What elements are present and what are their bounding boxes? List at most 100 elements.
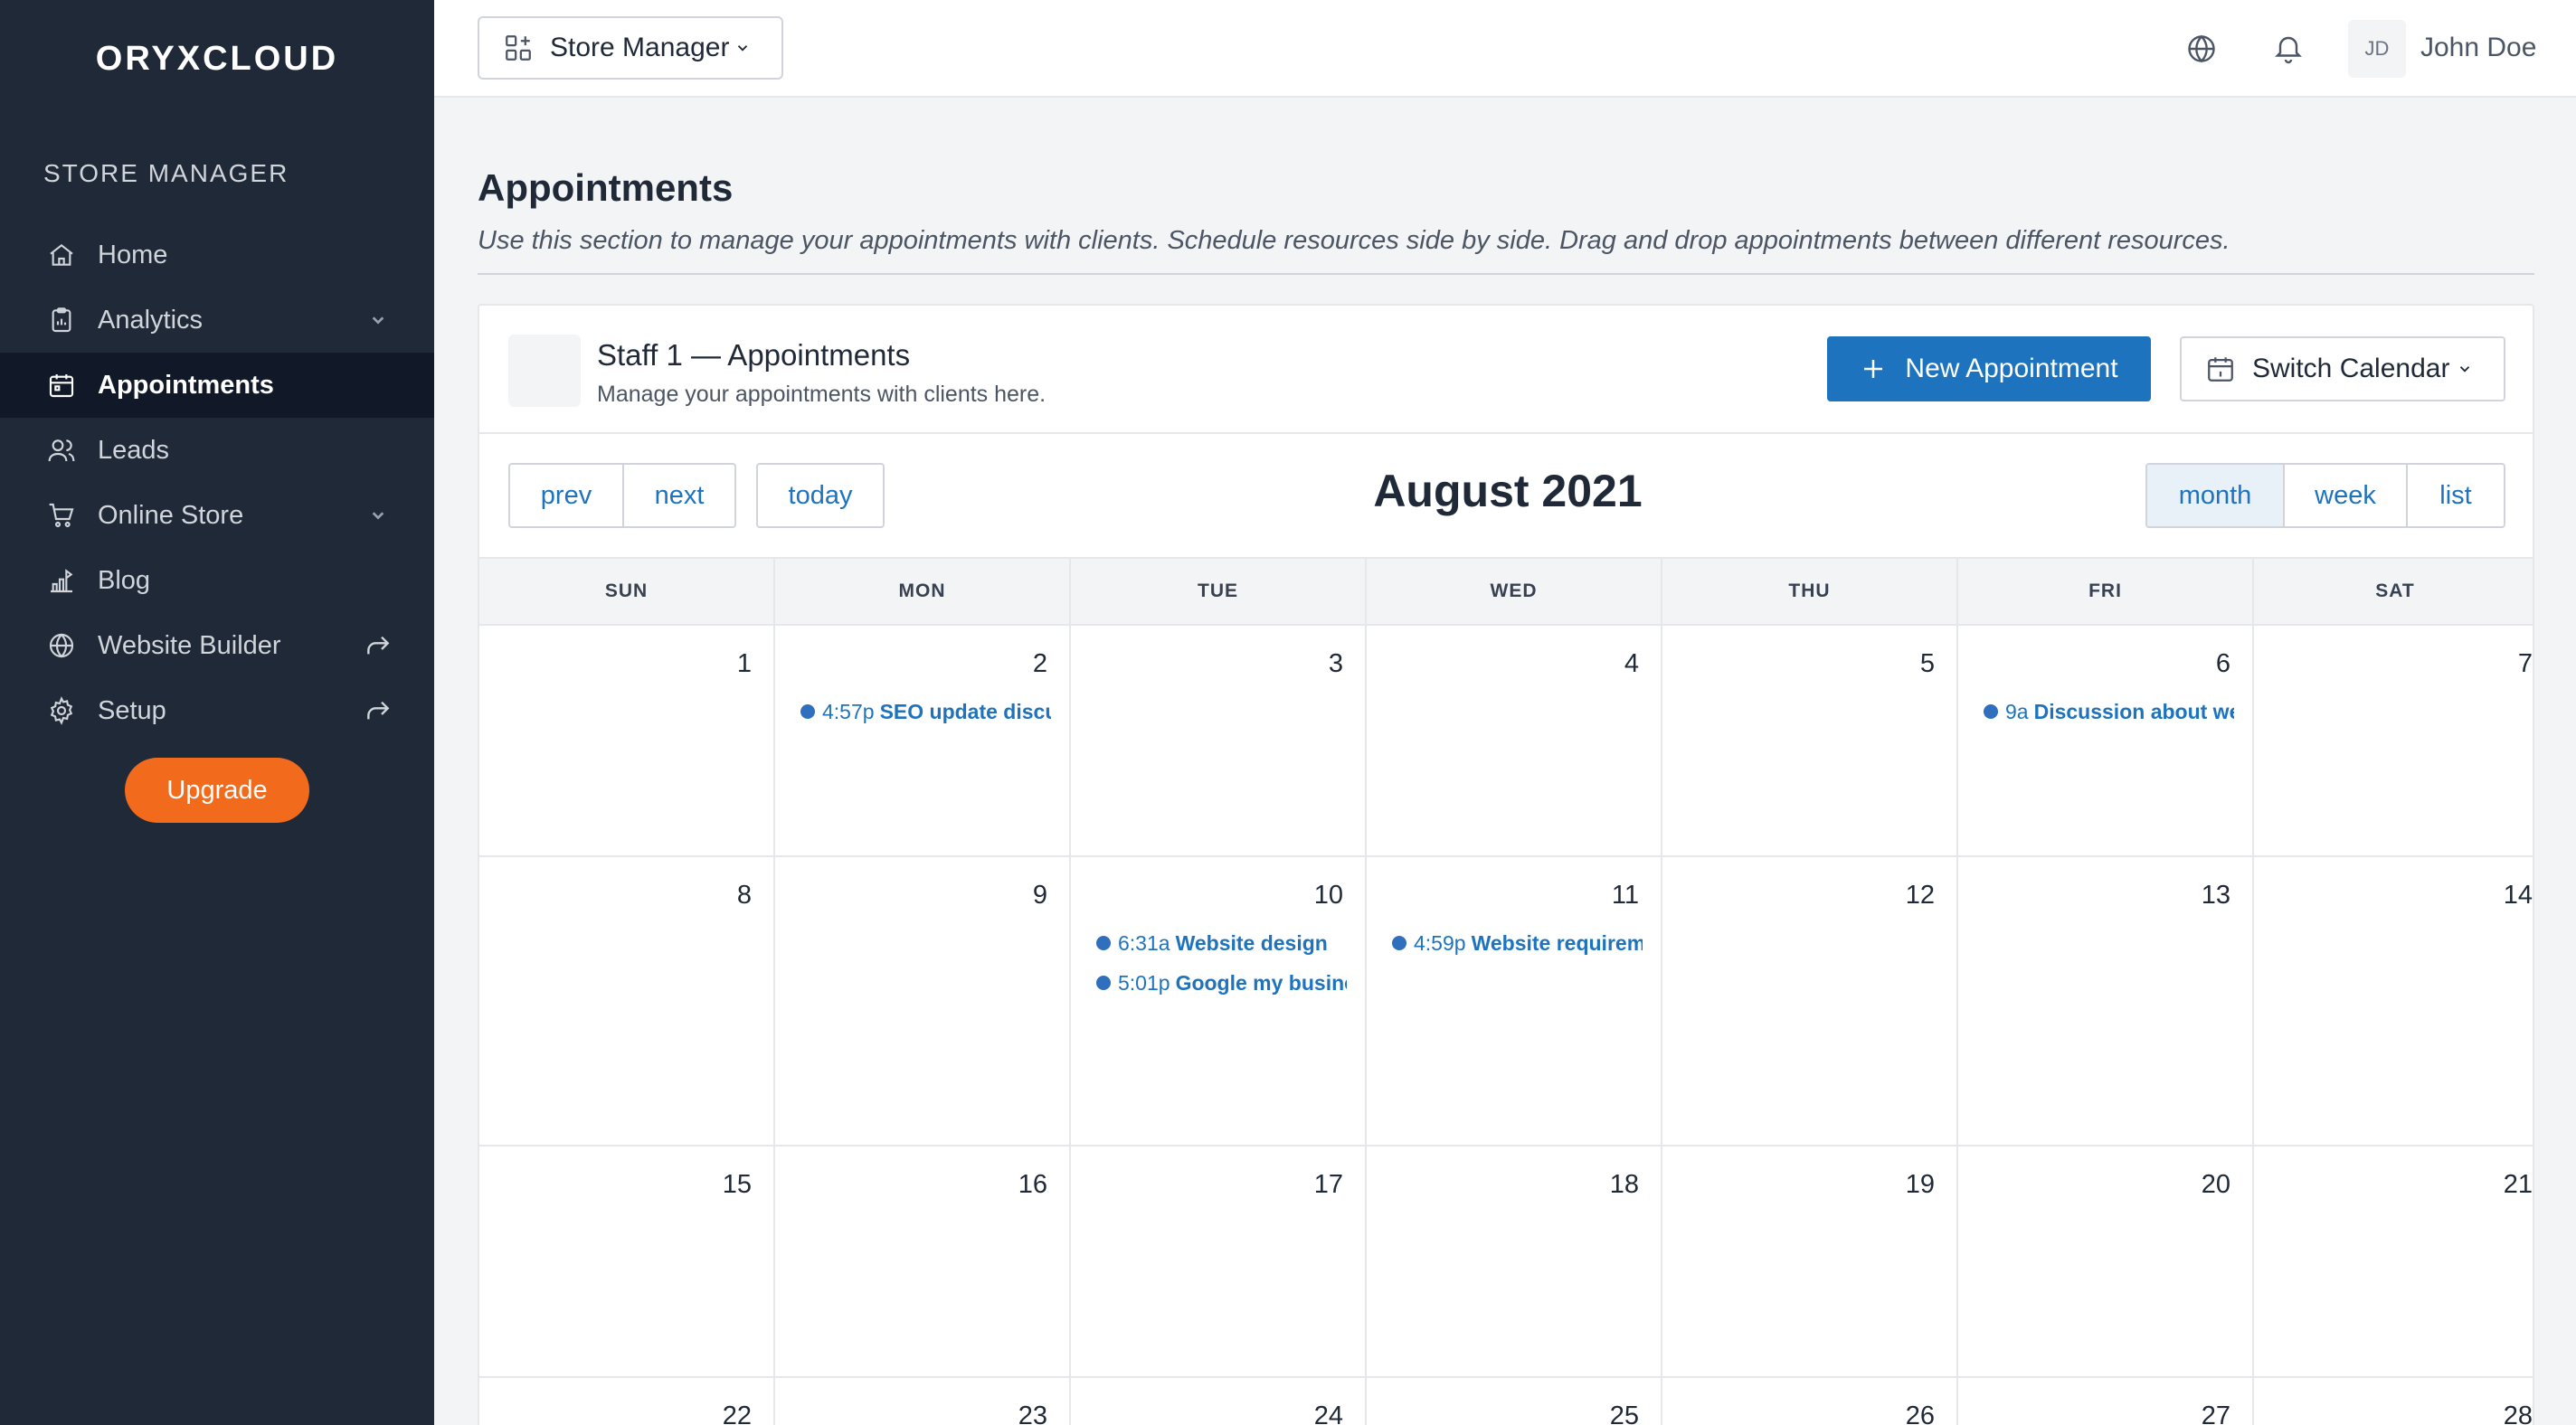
external-arrow-icon[interactable] <box>364 631 393 660</box>
chevron-down-icon <box>2460 366 2470 373</box>
today-button[interactable]: today <box>756 463 885 528</box>
calendar-day-cell[interactable]: 23 <box>775 1378 1071 1425</box>
calendar-day-cell[interactable]: 27 <box>1958 1378 2254 1425</box>
card-header: Staff 1 — Appointments Manage your appoi… <box>479 306 2533 434</box>
calendar-day-cell[interactable]: 12 <box>1662 857 1958 1145</box>
calendar-day-cell[interactable]: 25 <box>1367 1378 1662 1425</box>
calendar-day-cell[interactable]: 16 <box>775 1147 1071 1376</box>
calendar-day-cell[interactable]: 18 <box>1367 1147 1662 1376</box>
calendar-day-cell[interactable]: 11 4:59pWebsite requirements <box>1367 857 1662 1145</box>
plus-icon <box>1864 360 1883 378</box>
day-number[interactable]: 6 <box>2216 649 2230 679</box>
calendar-day-cell[interactable]: 4 <box>1367 626 1662 855</box>
day-number[interactable]: 9 <box>1033 881 1047 911</box>
calendar-day-cell[interactable]: 2 4:57pSEO update discussion <box>775 626 1071 855</box>
day-number[interactable]: 10 <box>1314 881 1343 911</box>
calendar-day-cell[interactable]: 10 6:31a Website design 5:01p Google my busi… <box>1071 857 1367 1145</box>
calendar-day-cell[interactable]: 24 <box>1071 1378 1367 1425</box>
calendar-week: 8 9 10 6:31a Website design 5:01p Google my bu… <box>479 857 2533 1147</box>
calendar-day-cell[interactable]: 7 <box>2254 626 2533 855</box>
view-list-button[interactable]: list <box>2406 463 2505 528</box>
cart-icon <box>47 501 76 530</box>
calendar-day-cell[interactable]: 19 <box>1662 1147 1958 1376</box>
language-globe-icon[interactable] <box>2185 33 2218 65</box>
switch-calendar-button[interactable]: Switch Calendar <box>2180 336 2505 401</box>
calendar-day-cell[interactable]: 6 9aDiscussion about website <box>1958 626 2254 855</box>
sidebar-item-leads[interactable]: Leads <box>0 418 434 483</box>
avatar[interactable]: JD <box>2348 20 2406 78</box>
divider <box>478 273 2534 275</box>
day-number[interactable]: 17 <box>1314 1170 1343 1200</box>
day-number[interactable]: 23 <box>1018 1401 1047 1425</box>
sidebar-item-analytics[interactable]: Analytics <box>0 288 434 353</box>
day-number[interactable]: 5 <box>1920 649 1935 679</box>
sidebar-item-blog[interactable]: Blog <box>0 548 434 613</box>
bell-icon[interactable] <box>2272 33 2305 65</box>
view-week-button[interactable]: week <box>2283 463 2408 528</box>
day-number[interactable]: 15 <box>723 1170 752 1200</box>
sidebar-item-appointments[interactable]: Appointments <box>0 353 434 418</box>
sidebar-item-online-store[interactable]: Online Store <box>0 483 434 548</box>
view-month-button[interactable]: month <box>2145 463 2285 528</box>
day-number[interactable]: 25 <box>1610 1401 1639 1425</box>
chevron-down-icon[interactable] <box>364 501 393 530</box>
day-number[interactable]: 18 <box>1610 1170 1639 1200</box>
user-name[interactable]: John Doe <box>2420 33 2536 63</box>
day-number[interactable]: 24 <box>1314 1401 1343 1425</box>
new-appointment-button[interactable]: New Appointment <box>1827 336 2151 401</box>
day-number[interactable]: 21 <box>2504 1170 2533 1200</box>
calendar-day-cell[interactable]: 13 <box>1958 857 2254 1145</box>
calendar-day-cell[interactable]: 20 <box>1958 1147 2254 1376</box>
calendar-day-cell[interactable]: 28 <box>2254 1378 2533 1425</box>
calendar-event[interactable]: 6:31a Website design <box>1096 928 1347 958</box>
prev-button[interactable]: prev <box>508 463 624 528</box>
sidebar-item-label: Setup <box>98 695 166 725</box>
calendar-day-cell[interactable]: 15 <box>479 1147 775 1376</box>
calendar-event[interactable]: 4:57pSEO update discussion <box>800 696 1051 727</box>
calendar-event[interactable]: 5:01pGoogle my business <box>1096 967 1347 998</box>
day-number[interactable]: 27 <box>2202 1401 2230 1425</box>
sidebar-item-website-builder[interactable]: Website Builder <box>0 613 434 678</box>
calendar-day-cell[interactable]: 3 <box>1071 626 1367 855</box>
calendar-day-cell[interactable]: 21 <box>2254 1147 2533 1376</box>
logo[interactable]: ORYXCLOUD <box>0 40 434 79</box>
calendar-event[interactable]: 4:59pWebsite requirements <box>1392 928 1643 958</box>
day-number[interactable]: 11 <box>1612 881 1639 911</box>
calendar-day-cell[interactable]: 8 <box>479 857 775 1145</box>
calendar-day-cell[interactable]: 26 <box>1662 1378 1958 1425</box>
day-number[interactable]: 26 <box>1906 1401 1935 1425</box>
calendar-day-cell[interactable]: 14 <box>2254 857 2533 1145</box>
next-button[interactable]: next <box>622 463 736 528</box>
day-number[interactable]: 12 <box>1906 881 1935 911</box>
chevron-down-icon[interactable] <box>364 306 393 335</box>
calendar-day-cell[interactable]: 9 <box>775 857 1071 1145</box>
calendar-icon <box>2205 354 2252 384</box>
upgrade-button[interactable]: Upgrade <box>125 758 309 823</box>
day-number[interactable]: 28 <box>2504 1401 2533 1425</box>
external-arrow-icon[interactable] <box>364 696 393 725</box>
day-number[interactable]: 16 <box>1018 1170 1047 1200</box>
calendar-day-cell[interactable]: 22 <box>479 1378 775 1425</box>
event-time: 4:59p <box>1414 930 1466 955</box>
store-switcher[interactable]: Store Manager <box>478 16 783 80</box>
event-time: 5:01p <box>1118 970 1170 995</box>
calendar-day-cell[interactable]: 5 <box>1662 626 1958 855</box>
day-number[interactable]: 4 <box>1624 649 1639 679</box>
day-number[interactable]: 3 <box>1329 649 1343 679</box>
day-number[interactable]: 22 <box>723 1401 752 1425</box>
calendar-day-cell[interactable]: 1 <box>479 626 775 855</box>
day-number[interactable]: 7 <box>2518 649 2533 679</box>
day-number[interactable]: 20 <box>2202 1170 2230 1200</box>
day-number[interactable]: 1 <box>737 649 752 679</box>
sidebar-item-setup[interactable]: Setup <box>0 678 434 743</box>
calendar-day-cell[interactable]: 17 <box>1071 1147 1367 1376</box>
day-number[interactable]: 8 <box>737 881 752 911</box>
day-number[interactable]: 19 <box>1906 1170 1935 1200</box>
chevron-down-icon <box>738 45 748 52</box>
sidebar-item-label: Analytics <box>98 305 204 335</box>
day-number[interactable]: 14 <box>2504 881 2533 911</box>
day-number[interactable]: 2 <box>1033 649 1047 679</box>
calendar-event[interactable]: 9aDiscussion about website <box>1984 696 2234 727</box>
day-number[interactable]: 13 <box>2202 881 2230 911</box>
sidebar-item-home[interactable]: Home <box>0 222 434 288</box>
